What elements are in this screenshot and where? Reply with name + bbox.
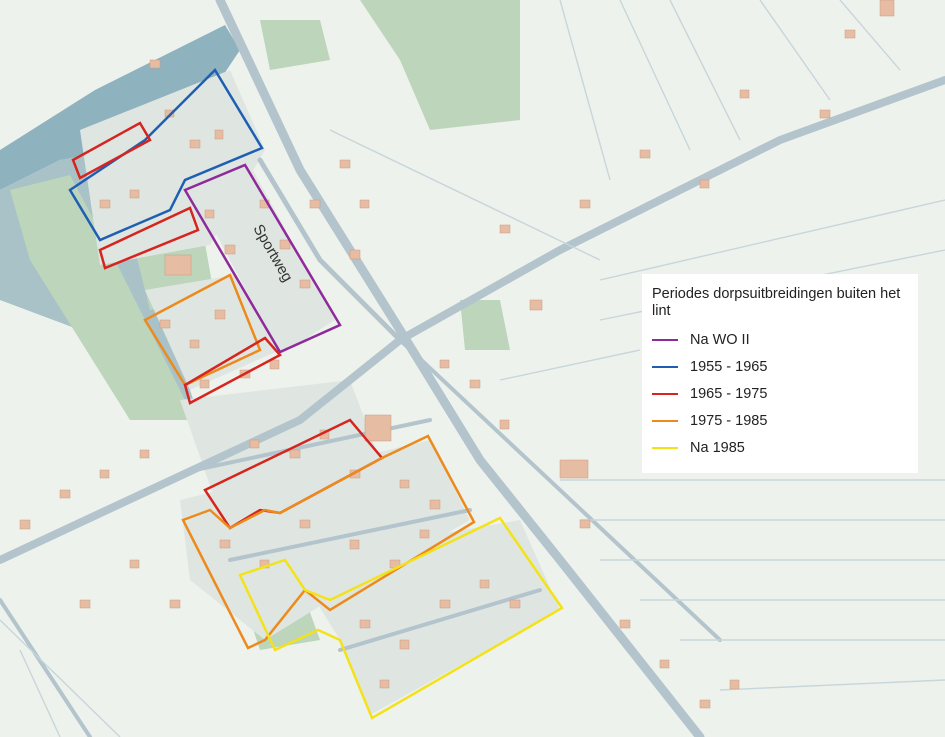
legend-label: 1955 - 1965 <box>690 358 768 375</box>
legend-swatch <box>652 338 678 341</box>
legend-swatch <box>652 419 678 422</box>
map-legend: Periodes dorpsuitbreidingen buiten het l… <box>642 274 918 473</box>
legend-label: 1965 - 1975 <box>690 385 768 402</box>
legend-item-na-1985: Na 1985 <box>652 434 908 461</box>
legend-title: Periodes dorpsuitbreidingen buiten het l… <box>652 286 901 319</box>
legend-item-1955-1965: 1955 - 1965 <box>652 353 908 380</box>
legend-label: Na WO II <box>690 331 750 348</box>
legend-item-1975-1985: 1975 - 1985 <box>652 407 908 434</box>
legend-swatch <box>652 365 678 368</box>
legend-swatch <box>652 446 678 449</box>
legend-item-1965-1975: 1965 - 1975 <box>652 380 908 407</box>
legend-label: Na 1985 <box>690 439 745 456</box>
legend-label: 1975 - 1985 <box>690 412 768 429</box>
legend-swatch <box>652 392 678 395</box>
legend-item-na-wo-ii: Na WO II <box>652 326 908 353</box>
